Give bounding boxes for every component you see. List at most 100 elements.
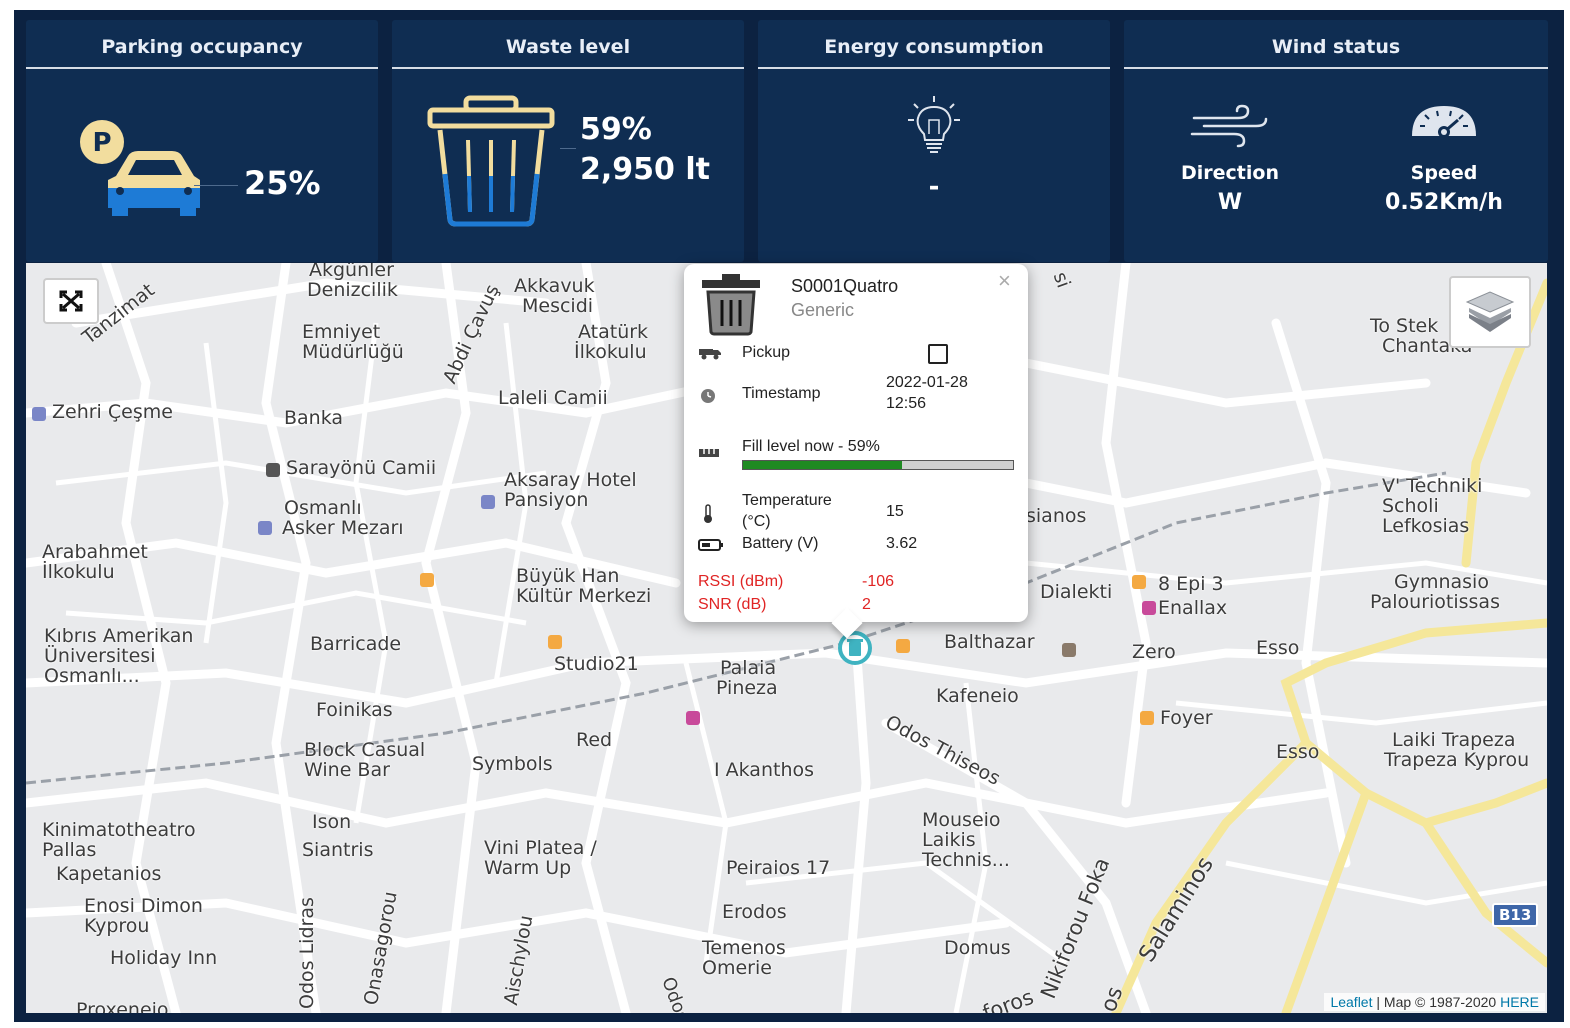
map-label: Palaia xyxy=(720,657,777,679)
fullscreen-icon xyxy=(59,290,83,312)
map-label: To Stek xyxy=(1370,315,1439,337)
map-label: Foinikas xyxy=(316,699,393,721)
map-label: Palouriotissas xyxy=(1370,591,1500,613)
map-label: Dialekti xyxy=(1040,581,1113,603)
map-label: Banka xyxy=(284,407,344,429)
map-label: Üniversitesi xyxy=(44,645,156,667)
restaurant-poi-icon xyxy=(1140,711,1154,725)
map-label: Arabahmet xyxy=(42,541,148,563)
building-poi-icon xyxy=(1062,643,1076,657)
map-label: I Akanthos xyxy=(714,759,815,781)
theatre-poi-icon xyxy=(686,711,700,725)
map-label: 8 Epi 3 xyxy=(1158,573,1224,595)
fill-level-bar-fill xyxy=(743,461,903,469)
temperature-unit: (°C) xyxy=(742,513,771,530)
waste-liters: 2,950 lt xyxy=(580,152,710,187)
popup-close-button[interactable]: × xyxy=(998,268,1011,294)
battery-label: Battery (V) xyxy=(742,535,819,552)
map-label: Technis... xyxy=(922,849,1010,871)
map-label: sianos xyxy=(1026,505,1087,527)
wind-speed-label: Speed xyxy=(1410,162,1478,184)
parking-card-title: Parking occupancy xyxy=(26,28,378,69)
map-label: Scholi xyxy=(1382,495,1439,517)
rssi-label: RSSI (dBm) xyxy=(698,573,784,590)
map-label: Kapetanios xyxy=(56,863,162,885)
layers-icon xyxy=(1465,291,1515,332)
layers-button[interactable] xyxy=(1449,276,1531,348)
map-label: Trapeza Kyprou xyxy=(1384,749,1530,771)
energy-card: Energy consumption - xyxy=(758,20,1110,262)
map-label: Ison xyxy=(312,811,352,833)
map-label: Enallax xyxy=(1158,597,1228,619)
map-label: Warm Up xyxy=(484,857,572,879)
fill-level-label: Fill level now - 59% xyxy=(742,438,880,455)
map-label: Emniyet xyxy=(302,321,381,343)
map-label: Kinimatotheatro xyxy=(42,819,196,841)
map-label: Peiraios 17 xyxy=(726,857,831,879)
wind-direction-value: W xyxy=(1217,190,1243,215)
hotel-poi-icon xyxy=(481,495,495,509)
fill-level-icon xyxy=(699,449,719,457)
clock-icon xyxy=(701,389,715,403)
parking-car-icon: P xyxy=(80,120,200,216)
mosque-poi-icon xyxy=(266,463,280,477)
svg-text:P: P xyxy=(92,128,111,158)
map-label: Pineza xyxy=(716,677,778,699)
sensor-popup: S0001Quatro Generic × Pickup Timestamp 2… xyxy=(684,264,1028,639)
map-label: Müdürlüğü xyxy=(302,341,404,363)
map-label: Mouseio xyxy=(922,809,1001,831)
map-label: Zehri Çeşme xyxy=(52,401,173,423)
fullscreen-button[interactable] xyxy=(43,278,99,324)
parking-card: Parking occupancy P 25% xyxy=(26,20,378,262)
map-label: Gymnasio xyxy=(1394,571,1489,593)
map-label: Kıbrıs Amerikan xyxy=(44,625,194,647)
thermometer-icon xyxy=(704,504,712,523)
map-label: Wine Bar xyxy=(304,759,390,781)
map-label: Siantris xyxy=(302,839,374,861)
map-label: Osmanlı xyxy=(284,497,362,519)
pickup-checkbox[interactable] xyxy=(928,344,948,364)
truck-icon xyxy=(699,349,721,360)
leaflet-link[interactable]: Leaflet xyxy=(1330,994,1372,1010)
map-label: Atatürk xyxy=(578,321,649,343)
map-label: Pansiyon xyxy=(504,489,589,511)
map-label: Laiki Trapeza xyxy=(1392,729,1516,751)
waste-card-title: Waste level xyxy=(392,28,744,69)
waste-card: Waste level 59% 2,950 lt xyxy=(392,20,744,262)
waste-percent: 59% xyxy=(580,112,652,147)
road-badge: B13 xyxy=(1492,903,1539,927)
map-label: Kültür Merkezi xyxy=(516,585,652,607)
map-label: Block Casual xyxy=(304,739,426,761)
map-label: Sarayönü Camii xyxy=(286,457,437,479)
snr-label: SNR (dB) xyxy=(698,596,767,613)
lightbulb-icon xyxy=(908,96,960,153)
theatre-poi-icon xyxy=(1142,601,1156,615)
waste-divider xyxy=(560,148,576,149)
wind-direction-label: Direction xyxy=(1181,162,1279,184)
hotel-poi-icon xyxy=(258,521,272,535)
wind-card: Wind status Direction W Speed 0.52Km/h xyxy=(1124,20,1548,262)
device-type: Generic xyxy=(791,300,855,320)
map-label: Omerie xyxy=(702,957,772,979)
wind-speed-value: 0.52Km/h xyxy=(1385,190,1503,215)
map-label: Osmanlı... xyxy=(44,665,140,687)
rssi-value: -106 xyxy=(862,573,895,590)
parking-divider xyxy=(194,185,238,186)
pickup-label: Pickup xyxy=(742,344,791,361)
map-label: Mescidi xyxy=(522,295,594,317)
here-link[interactable]: HERE xyxy=(1500,994,1539,1010)
restaurant-poi-icon xyxy=(1132,575,1146,589)
timestamp-time: 12:56 xyxy=(886,395,927,412)
restaurant-poi-icon xyxy=(548,635,562,649)
map-label: Laikis xyxy=(922,829,976,851)
bin-location-marker[interactable] xyxy=(837,630,873,666)
map-label: Vini Platea / xyxy=(484,837,597,859)
map-label: Erodos xyxy=(722,901,787,923)
map-label: Laleli Camii xyxy=(498,387,608,409)
wind-icon xyxy=(1190,104,1268,148)
snr-value: 2 xyxy=(862,596,871,613)
parking-value: 25% xyxy=(244,164,321,202)
fill-level-bar xyxy=(742,460,1014,470)
restaurant-poi-icon xyxy=(420,573,434,587)
map-label: Kafeneio xyxy=(936,685,1019,707)
